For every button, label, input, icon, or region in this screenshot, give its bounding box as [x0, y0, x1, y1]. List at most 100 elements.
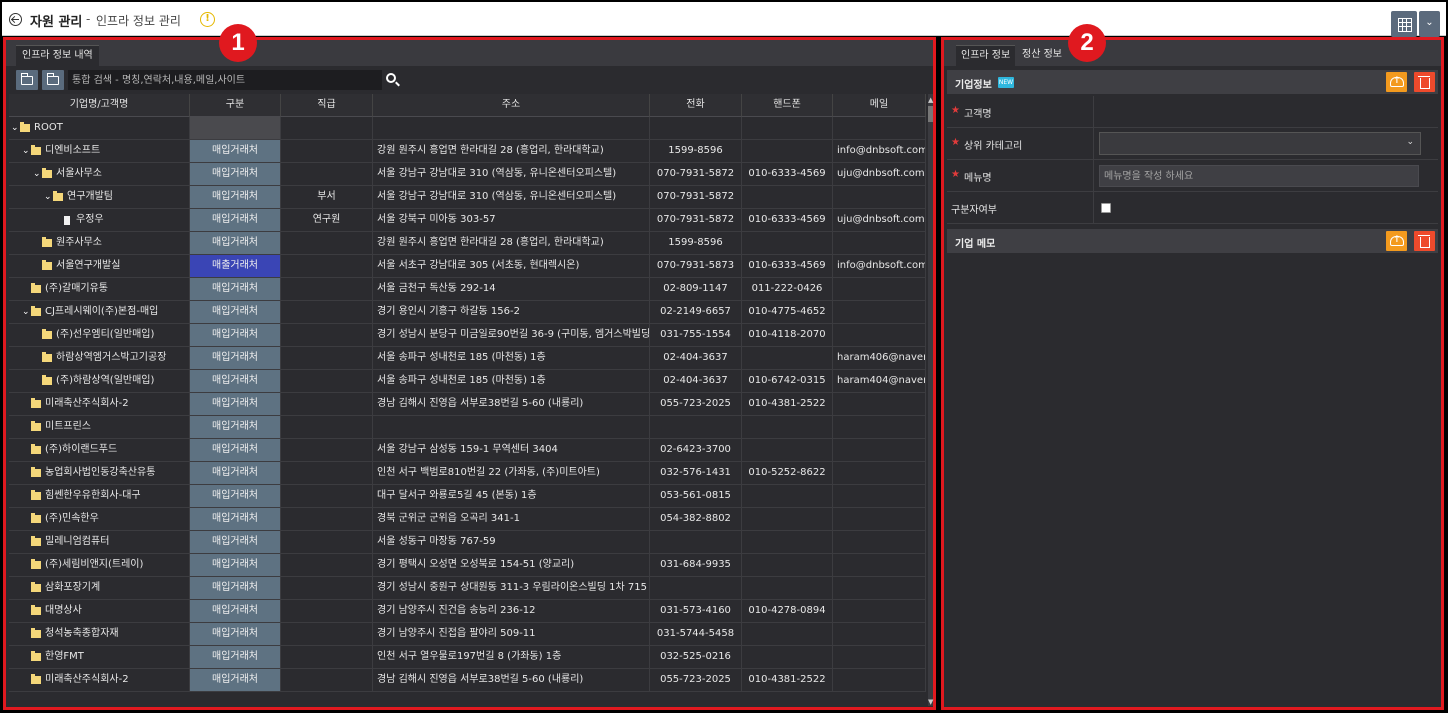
- chevron-down-icon[interactable]: ⌄: [11, 117, 20, 139]
- column-type-header[interactable]: 구분: [190, 94, 281, 117]
- tree-node-label: (주)선우엠티(일반매입): [56, 329, 155, 340]
- company-name-cell: (주)하람상역(일반매입): [9, 370, 190, 393]
- warning-icon[interactable]: !: [200, 12, 215, 27]
- table-row[interactable]: 힘쎈한우유한회사-대구 매입거래처 대구 달서구 와룡로5길 45 (본동) 1층 0…: [9, 485, 926, 508]
- table-row[interactable]: ⌄ 연구개발팀 매입거래처 부서 서울 강남구 강남대로 310 (역삼동, 유니온센터…: [9, 186, 926, 209]
- table-row[interactable]: 미트프린스 매입거래처: [9, 416, 926, 439]
- column-phone-header[interactable]: 전화: [650, 94, 742, 117]
- open-folder-button[interactable]: [42, 70, 64, 90]
- menu-name-label: 메뉴명: [964, 173, 992, 184]
- chevron-down-icon[interactable]: ⌄: [22, 140, 31, 162]
- phone-cell: 070-7931-5872: [650, 209, 742, 232]
- tab-infra-list[interactable]: 인프라 정보 내역: [16, 45, 99, 66]
- table-row[interactable]: 밀레니엄컴퓨터 매입거래처 서울 성동구 마장동 767-59: [9, 531, 926, 554]
- vertical-scrollbar[interactable]: ▲ ▼: [928, 94, 933, 706]
- mobile-cell: [742, 186, 833, 209]
- tree-node-label: (주)갈매기유통: [45, 283, 109, 294]
- chevron-down-icon[interactable]: ⌄: [33, 163, 42, 185]
- company-name-cell: 대명상사: [9, 600, 190, 623]
- mobile-cell: 010-4775-4652: [742, 301, 833, 324]
- folder-icon: [20, 122, 30, 132]
- page-subtitle: 인프라 정보 관리: [96, 14, 181, 28]
- folder-icon: [31, 582, 41, 592]
- tab-infra-info[interactable]: 인프라 정보: [956, 45, 1016, 66]
- phone-cell: 070-7931-5872: [650, 163, 742, 186]
- back-arrow-icon[interactable]: [9, 13, 22, 26]
- parent-category-label: 상위 카테고리: [964, 141, 1023, 152]
- table-row[interactable]: (주)하람상역(일반매입) 매입거래처 서울 송파구 성내천로 185 (마천동) …: [9, 370, 926, 393]
- company-info-title: 기업정보: [955, 80, 992, 91]
- memo-delete-button[interactable]: [1414, 231, 1435, 251]
- address-cell: 서울 서초구 강남대로 305 (서초동, 현대렉시온): [373, 255, 650, 278]
- table-row[interactable]: 우정우 매입거래처 연구원 서울 강북구 미아동 303-57 070-7931-587…: [9, 209, 926, 232]
- column-name-header[interactable]: 기업명/고객명: [9, 94, 190, 117]
- memo-upload-button[interactable]: [1386, 231, 1407, 251]
- rank-cell: [281, 393, 373, 416]
- table-row[interactable]: (주)세림비앤지(트레이) 매입거래처 경기 평택시 오성면 오성북로 154-51…: [9, 554, 926, 577]
- table-row[interactable]: (주)하이랜드푸드 매입거래처 서울 강남구 삼성동 159-1 무역센터 3404…: [9, 439, 926, 462]
- menu-name-input[interactable]: [1099, 165, 1419, 187]
- parent-category-select[interactable]: ⌄: [1099, 132, 1421, 155]
- folder-icon: [31, 490, 41, 500]
- scrollbar-thumb[interactable]: [928, 106, 933, 122]
- table-row[interactable]: 한영FMT 매입거래처 인천 서구 열우물로197번길 8 (가좌동) 1층 032-…: [9, 646, 926, 669]
- mobile-cell: [742, 623, 833, 646]
- table-row[interactable]: 대명상사 매입거래처 경기 남양주시 진건읍 송능리 236-12 031-573-4…: [9, 600, 926, 623]
- new-folder-button[interactable]: [16, 70, 38, 90]
- grid-view-button[interactable]: [1391, 11, 1417, 37]
- table-row[interactable]: 하람상역엠거스박고기공장 매입거래처 서울 송파구 성내천로 185 (마천동) 1…: [9, 347, 926, 370]
- mobile-cell: [742, 117, 833, 140]
- table-row[interactable]: 삼화포장기계 매입거래처 경기 성남시 중원구 상대원동 311-3 우림라이온스빌…: [9, 577, 926, 600]
- tab-settlement-info[interactable]: 정산 정보: [1017, 45, 1067, 66]
- table-row[interactable]: ⌄ CJ프레시웨이(주)본점-매입 매입거래처 경기 용인시 기흥구 하갈동 156-…: [9, 301, 926, 324]
- column-address-header[interactable]: 주소: [373, 94, 650, 117]
- tree-node-label: 미트프린스: [45, 421, 91, 432]
- company-name-cell: ⌄ CJ프레시웨이(주)본점-매입: [9, 301, 190, 324]
- delete-button[interactable]: [1414, 72, 1435, 92]
- table-row[interactable]: (주)민속한우 매입거래처 경북 군위군 군위읍 오곡리 341-1 054-382-…: [9, 508, 926, 531]
- column-rank-header[interactable]: 직급: [281, 94, 373, 117]
- mobile-cell: [742, 416, 833, 439]
- address-cell: 경기 용인시 기흥구 하갈동 156-2: [373, 301, 650, 324]
- table-row[interactable]: 서울연구개발실 매출거래처 서울 서초구 강남대로 305 (서초동, 현대렉시온)…: [9, 255, 926, 278]
- table-row[interactable]: (주)갈매기유통 매입거래처 서울 금천구 독산동 292-14 02-809-114…: [9, 278, 926, 301]
- table-row[interactable]: 청석농축종합자재 매입거래처 경기 남양주시 진접읍 팔야리 509-11 031-5…: [9, 623, 926, 646]
- phone-cell: 02-809-1147: [650, 278, 742, 301]
- phone-cell: 031-573-4160: [650, 600, 742, 623]
- table-row[interactable]: ⌄ ROOT: [9, 117, 926, 140]
- search-icon[interactable]: [386, 73, 396, 83]
- tree-node-label: 우정우: [76, 214, 104, 225]
- tree-node-label: 대명상사: [45, 605, 82, 616]
- chevron-down-icon[interactable]: ⌄: [22, 301, 31, 323]
- table-row[interactable]: (주)선우엠티(일반매입) 매입거래처 경기 성남시 분당구 미금일로90번길 36…: [9, 324, 926, 347]
- table-row[interactable]: 농업회사법인동강축산유통 매입거래처 인천 서구 백범로810번길 22 (가좌동,…: [9, 462, 926, 485]
- phone-cell: 070-7931-5872: [650, 186, 742, 209]
- scroll-down-icon[interactable]: ▼: [928, 698, 933, 706]
- company-name-cell: 청석농축종합자재: [9, 623, 190, 646]
- upload-button[interactable]: [1386, 72, 1407, 92]
- table-row[interactable]: 미래축산주식회사-2 매입거래처 경남 김해시 진영읍 서부로38번길 5-60 (…: [9, 669, 926, 692]
- dropdown-toggle-button[interactable]: ⌄: [1419, 11, 1440, 37]
- customer-name-label: 고객명: [964, 109, 992, 120]
- address-cell: 경기 남양주시 진건읍 송능리 236-12: [373, 600, 650, 623]
- address-cell: 경기 성남시 분당구 미금일로90번길 36-9 (구미동, 엠거스박빌딩) 5…: [373, 324, 650, 347]
- chevron-down-icon[interactable]: ⌄: [44, 186, 53, 208]
- mobile-cell: [742, 347, 833, 370]
- column-email-header[interactable]: 메일: [833, 94, 926, 117]
- tree-node-label: (주)민속한우: [45, 513, 99, 524]
- mobile-cell: 010-4118-2070: [742, 324, 833, 347]
- address-cell: 경북 군위군 군위읍 오곡리 341-1: [373, 508, 650, 531]
- folder-icon: [31, 513, 41, 523]
- email-cell: [833, 623, 926, 646]
- rank-cell: [281, 623, 373, 646]
- tree-node-label: ROOT: [34, 122, 63, 133]
- table-row[interactable]: ⌄ 서울사무소 매입거래처 서울 강남구 강남대로 310 (역삼동, 유니온센터오피…: [9, 163, 926, 186]
- division-flag-checkbox[interactable]: [1101, 203, 1111, 213]
- scroll-up-icon[interactable]: ▲: [928, 96, 933, 104]
- table-row[interactable]: ⌄ 디엔비소프트 매입거래처 강원 원주시 흥업면 한라대길 28 (흥업리, 한라대…: [9, 140, 926, 163]
- table-row[interactable]: 미래축산주식회사-2 매입거래처 경남 김해시 진영읍 서부로38번길 5-60 (…: [9, 393, 926, 416]
- table-row[interactable]: 원주사무소 매입거래처 강원 원주시 흥업면 한라대길 28 (흥업리, 한라대학교…: [9, 232, 926, 255]
- column-mobile-header[interactable]: 핸드폰: [742, 94, 833, 117]
- email-cell: [833, 393, 926, 416]
- search-input[interactable]: [68, 70, 382, 90]
